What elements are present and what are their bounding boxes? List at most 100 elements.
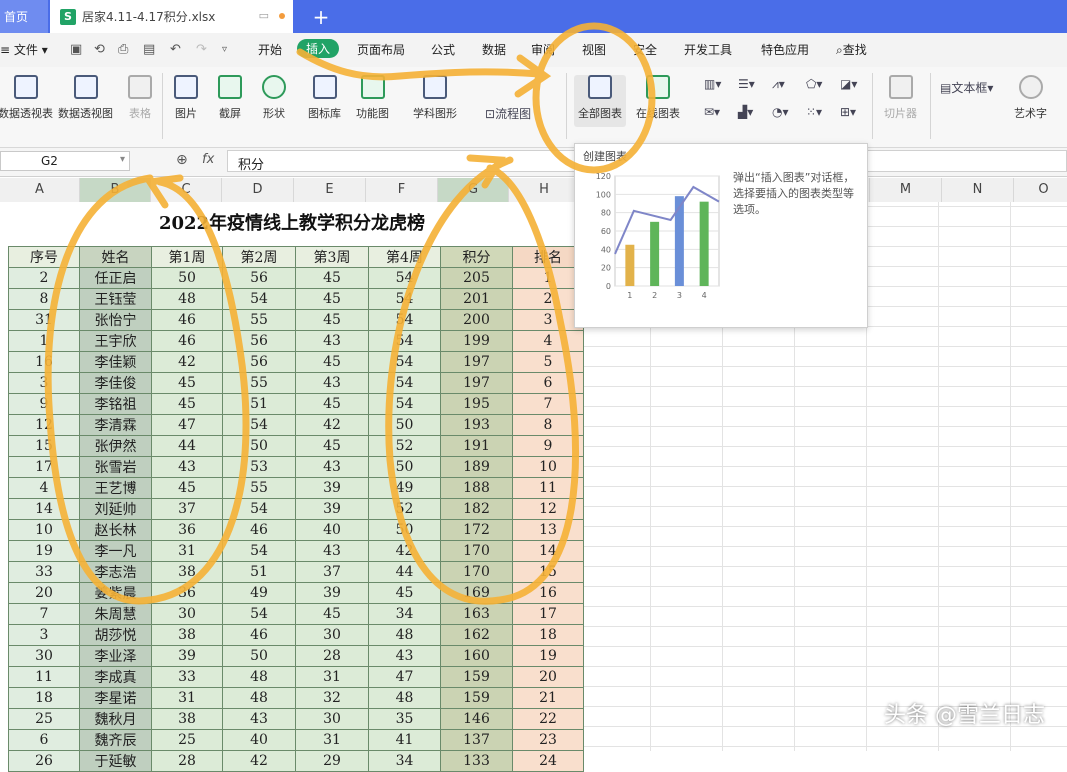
column-header-m[interactable]: M	[870, 178, 942, 202]
table-cell[interactable]: 17	[8, 456, 80, 478]
table-cell[interactable]: 赵长林	[79, 519, 152, 541]
table-cell[interactable]: 54	[222, 288, 296, 310]
table-cell[interactable]: 第1周	[151, 246, 223, 268]
other-chart-icon[interactable]: ⊞▾	[840, 105, 856, 119]
table-cell[interactable]: 18	[8, 687, 80, 709]
bar-chart-h-icon[interactable]: ☰▾	[738, 77, 755, 91]
table-cell[interactable]: 43	[295, 330, 369, 352]
table-cell[interactable]: 51	[222, 393, 296, 415]
menu-insert[interactable]: 插入	[297, 39, 340, 58]
table-cell[interactable]: 45	[151, 477, 223, 499]
table-cell[interactable]: 9	[512, 435, 584, 457]
table-cell[interactable]: 48	[368, 687, 441, 709]
table-cell[interactable]: 34	[368, 603, 441, 625]
table-cell[interactable]: 56	[222, 267, 296, 289]
table-cell[interactable]: 45	[295, 309, 369, 331]
table-cell[interactable]: 刘延帅	[79, 498, 152, 520]
name-box[interactable]: G2 ▾	[0, 151, 130, 171]
menu-security[interactable]: 安全	[633, 41, 657, 58]
table-cell[interactable]: 38	[151, 561, 223, 583]
table-cell[interactable]: 38	[151, 624, 223, 646]
icon-library-button[interactable]: 图标库	[308, 75, 341, 121]
table-cell[interactable]: 43	[222, 708, 296, 730]
table-cell[interactable]: 11	[8, 666, 80, 688]
table-cell[interactable]: 56	[222, 351, 296, 373]
table-cell[interactable]: 李志浩	[79, 561, 152, 583]
table-cell[interactable]: 146	[440, 708, 513, 730]
column-header-n[interactable]: N	[942, 178, 1014, 202]
table-cell[interactable]: 姜紫晨	[79, 582, 152, 604]
table-cell[interactable]: 43	[295, 372, 369, 394]
table-cell[interactable]: 39	[295, 582, 369, 604]
stock-chart-icon[interactable]: ✉▾	[704, 105, 720, 119]
table-cell[interactable]: 李星诺	[79, 687, 152, 709]
new-tab-button[interactable]: +	[303, 0, 339, 33]
autosave-icon[interactable]: ⟲	[94, 42, 105, 57]
radar-chart-icon[interactable]: ⬠▾	[806, 77, 822, 91]
table-cell[interactable]: 160	[440, 645, 513, 667]
table-cell[interactable]: 199	[440, 330, 513, 352]
table-cell[interactable]: 46	[151, 309, 223, 331]
table-cell[interactable]: 55	[222, 372, 296, 394]
column-header-e[interactable]: E	[294, 178, 366, 202]
table-cell[interactable]: 50	[368, 414, 441, 436]
all-charts-button[interactable]: 全部图表	[574, 75, 626, 127]
table-cell[interactable]: 30	[151, 603, 223, 625]
table-cell[interactable]: 45	[368, 582, 441, 604]
table-cell[interactable]: 172	[440, 519, 513, 541]
table-cell[interactable]: 49	[368, 477, 441, 499]
table-cell[interactable]: 李清霖	[79, 414, 152, 436]
table-cell[interactable]: 56	[222, 330, 296, 352]
science-chart-button[interactable]: 学科图形	[413, 75, 457, 121]
table-cell[interactable]: 20	[512, 666, 584, 688]
table-cell[interactable]: 53	[222, 456, 296, 478]
table-cell[interactable]: 37	[295, 561, 369, 583]
table-cell[interactable]: 2	[512, 288, 584, 310]
column-chart-icon[interactable]: ▥▾	[704, 77, 721, 91]
table-cell[interactable]: 188	[440, 477, 513, 499]
table-cell[interactable]: 48	[222, 666, 296, 688]
table-cell[interactable]: 40	[295, 519, 369, 541]
table-cell[interactable]: 55	[222, 309, 296, 331]
table-cell[interactable]: 31	[151, 687, 223, 709]
table-cell[interactable]: 159	[440, 666, 513, 688]
table-cell[interactable]: 19	[512, 645, 584, 667]
table-cell[interactable]: 24	[512, 750, 584, 772]
table-cell[interactable]: 54	[222, 540, 296, 562]
table-cell[interactable]: 48	[222, 687, 296, 709]
table-cell[interactable]: 22	[512, 708, 584, 730]
column-header-g[interactable]: G	[438, 178, 509, 202]
screenshot-button[interactable]: 截屏	[218, 75, 242, 121]
table-cell[interactable]: 25	[8, 708, 80, 730]
table-cell[interactable]: 2	[8, 267, 80, 289]
table-cell[interactable]: 50	[151, 267, 223, 289]
pivot-chart-button[interactable]: 数据透视图	[58, 75, 113, 121]
line-chart-icon[interactable]: ⩘▾	[772, 77, 785, 92]
table-cell[interactable]: 23	[512, 729, 584, 751]
table-cell[interactable]: 18	[512, 624, 584, 646]
table-cell[interactable]: 19	[8, 540, 80, 562]
table-cell[interactable]: 李成真	[79, 666, 152, 688]
table-cell[interactable]: 3	[8, 372, 80, 394]
table-cell[interactable]: 33	[151, 666, 223, 688]
table-cell[interactable]: 169	[440, 582, 513, 604]
table-cell[interactable]: 45	[295, 435, 369, 457]
table-cell[interactable]: 54	[368, 288, 441, 310]
table-cell[interactable]: 张雪岩	[79, 456, 152, 478]
table-cell[interactable]: 48	[368, 624, 441, 646]
table-cell[interactable]: 31	[295, 729, 369, 751]
menu-special[interactable]: 特色应用	[761, 41, 809, 58]
table-cell[interactable]: 14	[512, 540, 584, 562]
menu-developer[interactable]: 开发工具	[684, 41, 732, 58]
menu-home[interactable]: 开始	[258, 41, 282, 58]
table-cell[interactable]: 33	[8, 561, 80, 583]
table-cell[interactable]: 45	[295, 267, 369, 289]
table-cell[interactable]: 45	[295, 288, 369, 310]
table-cell[interactable]: 45	[151, 372, 223, 394]
table-cell[interactable]: 50	[368, 456, 441, 478]
combo-chart-icon[interactable]: ▟▾	[738, 105, 753, 119]
window-icon[interactable]: ▭	[259, 9, 269, 22]
table-cell[interactable]: 16	[8, 351, 80, 373]
fx-icon[interactable]: fx	[202, 152, 214, 167]
table-cell[interactable]: 37	[151, 498, 223, 520]
